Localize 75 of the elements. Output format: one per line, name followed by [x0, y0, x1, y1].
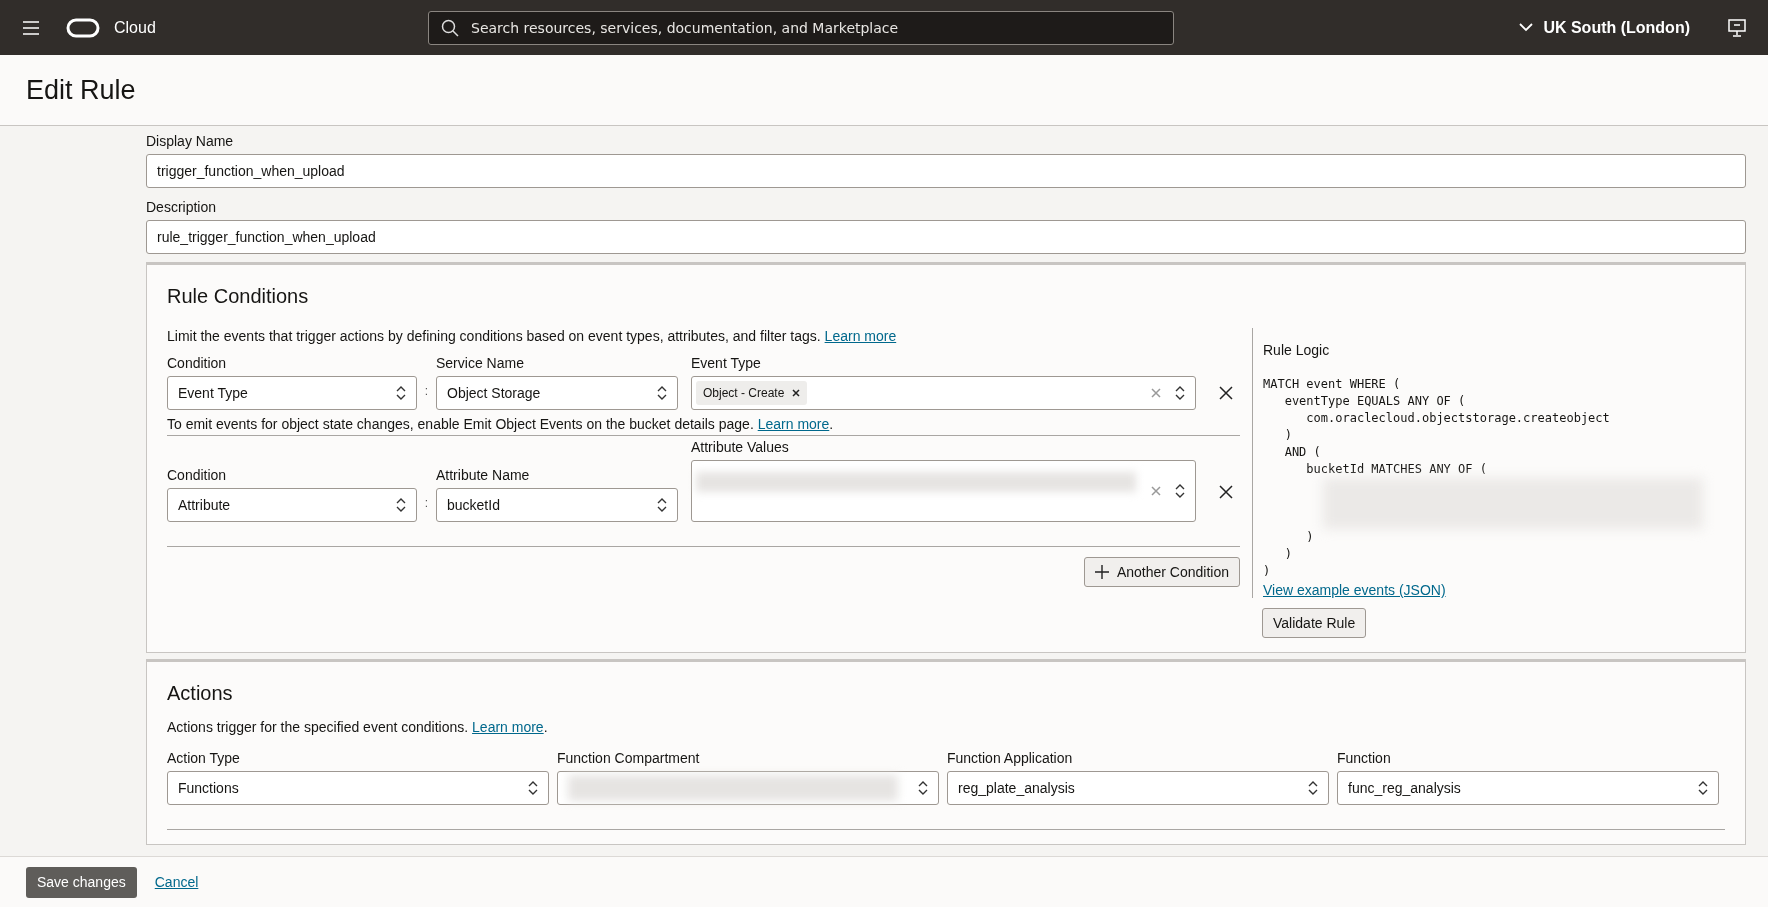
menu-icon[interactable] — [22, 20, 40, 35]
section-title: Actions — [167, 682, 234, 705]
page-title: Edit Rule — [26, 74, 136, 106]
field-label: Attribute Values — [691, 439, 790, 455]
select-field[interactable]: func_reg_analysis — [1337, 771, 1719, 805]
up-down-chevron-icon — [918, 781, 928, 795]
field-label: Attribute Name — [436, 467, 531, 483]
code-line: ) — [1305, 529, 1315, 546]
description-text: Limit the events that trigger actions by defining conditions based on event types, attributes, and filter tags. Learn more — [167, 328, 898, 344]
text-field[interactable]: rule_trigger_function_when_upload — [146, 220, 1746, 254]
field-label: Display Name — [146, 133, 235, 149]
text-field[interactable]: trigger_function_when_upload — [146, 154, 1746, 188]
code-line: MATCH event WHERE ( — [1263, 376, 1402, 393]
learn-more-link[interactable]: Learn more — [824, 328, 897, 344]
example-events-link[interactable]: View example events (JSON) — [1263, 582, 1446, 598]
section-title: Rule Conditions — [167, 285, 310, 308]
up-down-chevron-icon — [396, 386, 406, 400]
select-field[interactable]: Attribute — [167, 488, 417, 522]
monitor-icon[interactable] — [1728, 18, 1746, 37]
clear-icon[interactable] — [1151, 486, 1161, 496]
description-text: Actions trigger for the specified event conditions. Learn more. — [167, 719, 549, 735]
up-down-chevron-icon — [1175, 386, 1185, 400]
select-field[interactable]: Functions — [167, 771, 549, 805]
multi-select-field[interactable]: Object - Create — [691, 376, 1196, 410]
plus-icon — [1094, 565, 1109, 579]
select-field[interactable] — [557, 771, 939, 805]
field-label: Function — [1337, 750, 1392, 766]
clear-icon[interactable] — [1151, 388, 1161, 398]
select-field[interactable]: Event Type — [167, 376, 417, 410]
colon-separator: : — [423, 383, 430, 400]
validate-rule-button[interactable]: Validate Rule — [1262, 608, 1367, 638]
add-condition-button[interactable]: Another Condition — [1083, 557, 1240, 587]
learn-more-link[interactable]: Learn more — [757, 416, 830, 432]
field-label: Service Name — [436, 355, 525, 371]
up-down-chevron-icon — [1308, 781, 1318, 795]
code-line: ) — [1263, 563, 1272, 580]
chevron-down-icon — [1519, 23, 1534, 32]
field-label: Event Type — [691, 355, 762, 371]
cancel-link[interactable]: Cancel — [154, 874, 199, 890]
code-line: com.oraclecloud.objectstorage.createobject — [1305, 410, 1611, 427]
field-label: Condition — [167, 467, 228, 483]
remove-icon[interactable] — [792, 389, 801, 397]
field-label: Function Application — [947, 750, 1074, 766]
field-label: Action Type — [167, 750, 241, 766]
code-line: ) — [1283, 546, 1293, 563]
region-selector[interactable]: UK South (London) — [1513, 17, 1696, 38]
select-field[interactable]: reg_plate_analysis — [947, 771, 1329, 805]
learn-more-link[interactable]: Learn more — [472, 719, 544, 735]
save-button[interactable]: Save changes — [26, 866, 137, 898]
up-down-chevron-icon — [657, 386, 667, 400]
field-label: Condition — [167, 355, 228, 371]
code-line: AND ( — [1283, 444, 1322, 461]
close-icon[interactable] — [1218, 484, 1234, 500]
code-line: bucketId MATCHES ANY OF ( — [1305, 461, 1488, 478]
search-icon — [441, 18, 459, 37]
colon-separator: : — [423, 495, 430, 512]
field-label: Description — [146, 199, 218, 215]
up-down-chevron-icon — [396, 498, 406, 512]
select-field[interactable]: Object Storage — [436, 376, 678, 410]
value-chip: Object - Create — [696, 381, 808, 405]
code-line: ) — [1283, 427, 1293, 444]
multi-select-field[interactable] — [691, 460, 1196, 522]
hint-text: To emit events for object state changes, enable Emit Object Events on the bucket details page. Learn more. — [167, 416, 1240, 436]
up-down-chevron-icon — [657, 498, 667, 512]
code-line: eventType EQUALS ANY OF ( — [1283, 393, 1467, 410]
ring-logo-icon[interactable] — [66, 17, 100, 38]
field-label: Function Compartment — [557, 750, 701, 766]
product-name: Cloud — [114, 18, 157, 37]
select-field[interactable]: bucketId — [436, 488, 678, 522]
panel-title: Rule Logic — [1263, 342, 1331, 358]
up-down-chevron-icon — [528, 781, 538, 795]
up-down-chevron-icon — [1175, 484, 1185, 498]
up-down-chevron-icon — [1698, 781, 1708, 795]
search-field[interactable]: Search resources, services, documentation, and Marketplace — [428, 10, 1174, 45]
close-icon[interactable] — [1218, 385, 1234, 401]
